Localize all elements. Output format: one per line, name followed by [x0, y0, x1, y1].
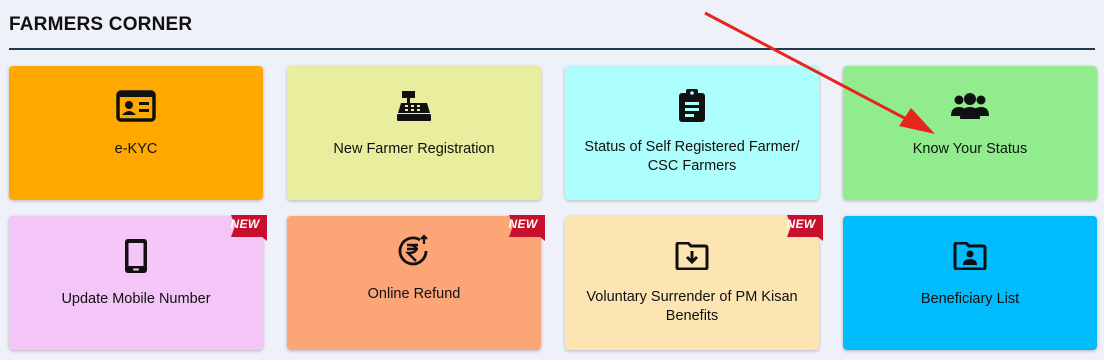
new-badge: NEW	[503, 215, 545, 241]
tile-voluntary-surrender[interactable]: Voluntary Surrender of PM Kisan Benefits…	[565, 215, 823, 350]
tile-label: Know Your Status	[912, 141, 1028, 157]
id-card-icon	[114, 84, 158, 128]
tile-label: Voluntary Surrender of PM Kisan Benefits	[577, 288, 807, 326]
tile-label: Beneficiary List	[920, 291, 1020, 307]
tile-know-your-status[interactable]: Know Your Status	[843, 66, 1097, 200]
new-badge-text: NEW	[230, 217, 260, 231]
tile-e-kyc[interactable]: e-KYC	[9, 66, 263, 200]
new-badge-text: NEW	[508, 217, 538, 231]
mobile-phone-icon	[114, 234, 158, 278]
users-icon	[948, 84, 992, 128]
new-badge-text: NEW	[786, 217, 816, 231]
rupee-refund-icon	[392, 230, 436, 274]
new-badge: NEW	[781, 215, 823, 241]
tile-label-line1: Status of Self Registered Farmer/	[584, 139, 800, 155]
tile-label-line2: Benefits	[665, 308, 719, 324]
tile-label: New Farmer Registration	[333, 141, 495, 157]
tile-label: Update Mobile Number	[61, 291, 211, 307]
section-title: FARMERS CORNER	[9, 14, 193, 35]
tile-update-mobile-number[interactable]: Update Mobile Number NEW	[9, 215, 267, 350]
section-divider	[9, 48, 1095, 50]
clipboard-list-icon	[670, 84, 714, 128]
folder-user-icon	[948, 234, 992, 278]
tile-label: e-KYC	[114, 141, 158, 157]
tile-beneficiary-list[interactable]: Beneficiary List	[843, 216, 1097, 350]
folder-download-icon	[670, 234, 714, 278]
tile-label-line1: Voluntary Surrender of PM Kisan	[586, 289, 798, 305]
tile-label: Status of Self Registered Farmer/ CSC Fa…	[577, 138, 807, 176]
tile-online-refund[interactable]: Online Refund NEW	[287, 215, 545, 350]
new-badge: NEW	[225, 215, 267, 241]
tile-label: Online Refund	[367, 286, 461, 302]
tile-status-self-registered[interactable]: Status of Self Registered Farmer/ CSC Fa…	[565, 66, 819, 200]
cash-register-icon	[392, 84, 436, 128]
farmers-corner-grid: e-KYC New Farmer Registration Status of …	[9, 66, 1097, 350]
tile-label-line2: CSC Farmers	[647, 158, 737, 174]
tile-new-farmer-registration[interactable]: New Farmer Registration	[287, 66, 541, 200]
